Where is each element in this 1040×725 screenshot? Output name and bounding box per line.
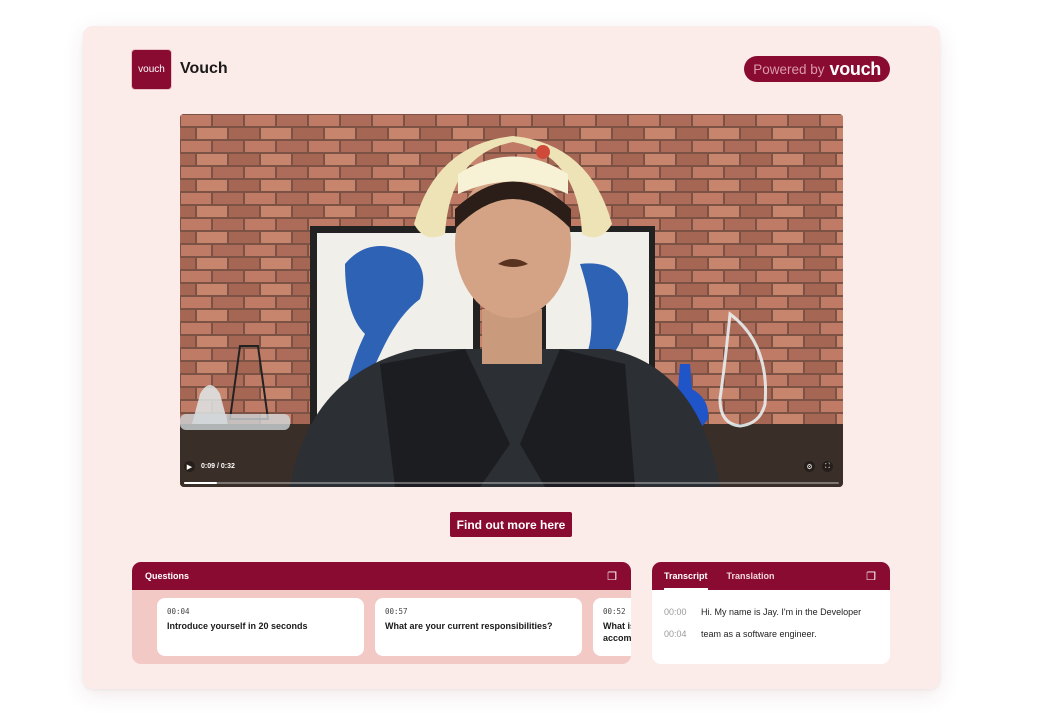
powered-by-badge[interactable]: Powered by vouch xyxy=(744,56,890,82)
transcript-line[interactable]: 00:00 Hi. My name is Jay. I'm in the Dev… xyxy=(664,607,861,617)
tab-transcript[interactable]: Transcript xyxy=(664,562,708,590)
transcript-text: team as a software engineer. xyxy=(701,629,817,639)
powered-by-wordmark: vouch xyxy=(829,58,881,79)
question-text: Introduce yourself in 20 seconds xyxy=(167,621,308,631)
tab-translation[interactable]: Translation xyxy=(727,562,775,590)
video-frame xyxy=(180,114,843,487)
question-text: What are your current responsibilities? xyxy=(385,621,553,631)
questions-panel: Questions ❐ 00:04 Introduce yourself in … xyxy=(132,562,631,664)
video-player[interactable]: ▶ 0:09 / 0:32 ⚙ ⛶ xyxy=(180,114,843,487)
transcript-line[interactable]: 00:04 team as a software engineer. xyxy=(664,629,817,639)
question-time: 00:57 xyxy=(385,607,408,616)
question-text: What is one thing you'd like to accompli… xyxy=(603,621,631,643)
question-list: 00:04 Introduce yourself in 20 seconds 0… xyxy=(157,598,631,656)
settings-icon[interactable]: ⚙ xyxy=(804,461,815,472)
powered-by-label: Powered by xyxy=(753,61,825,77)
find-out-more-button[interactable]: Find out more here xyxy=(450,512,572,537)
transcript-time: 00:00 xyxy=(664,607,687,617)
logo-text: vouch xyxy=(138,64,165,75)
question-card[interactable]: 00:04 Introduce yourself in 20 seconds xyxy=(157,598,364,656)
video-controls: ▶ 0:09 / 0:32 ⚙ ⛶ xyxy=(180,457,843,487)
copy-icon[interactable]: ❐ xyxy=(866,570,876,583)
copy-icon[interactable]: ❐ xyxy=(607,570,617,583)
fullscreen-icon[interactable]: ⛶ xyxy=(822,461,833,472)
question-card[interactable]: 00:52 What is one thing you'd like to ac… xyxy=(593,598,631,656)
play-icon[interactable]: ▶ xyxy=(184,461,195,472)
questions-header: Questions ❐ xyxy=(132,562,631,590)
transcript-header: Transcript Translation ❐ xyxy=(652,562,890,590)
video-progress-fill xyxy=(184,482,217,484)
video-time: 0:09 / 0:32 xyxy=(201,463,235,470)
transcript-panel: Transcript Translation ❐ 00:00 Hi. My na… xyxy=(652,562,890,664)
transcript-text: Hi. My name is Jay. I'm in the Developer xyxy=(701,607,862,617)
brand-name: Vouch xyxy=(180,60,228,77)
question-time: 00:04 xyxy=(167,607,190,616)
transcript-time: 00:04 xyxy=(664,629,687,639)
vouch-logo: vouch xyxy=(132,50,171,89)
questions-title: Questions xyxy=(145,571,190,581)
question-time: 00:52 xyxy=(603,607,626,616)
vouch-embed-card: vouch Vouch Powered by vouch ▶ 0:09 / 0:… xyxy=(83,26,940,689)
video-progress-bar[interactable] xyxy=(184,482,839,484)
question-card[interactable]: 00:57 What are your current responsibili… xyxy=(375,598,582,656)
